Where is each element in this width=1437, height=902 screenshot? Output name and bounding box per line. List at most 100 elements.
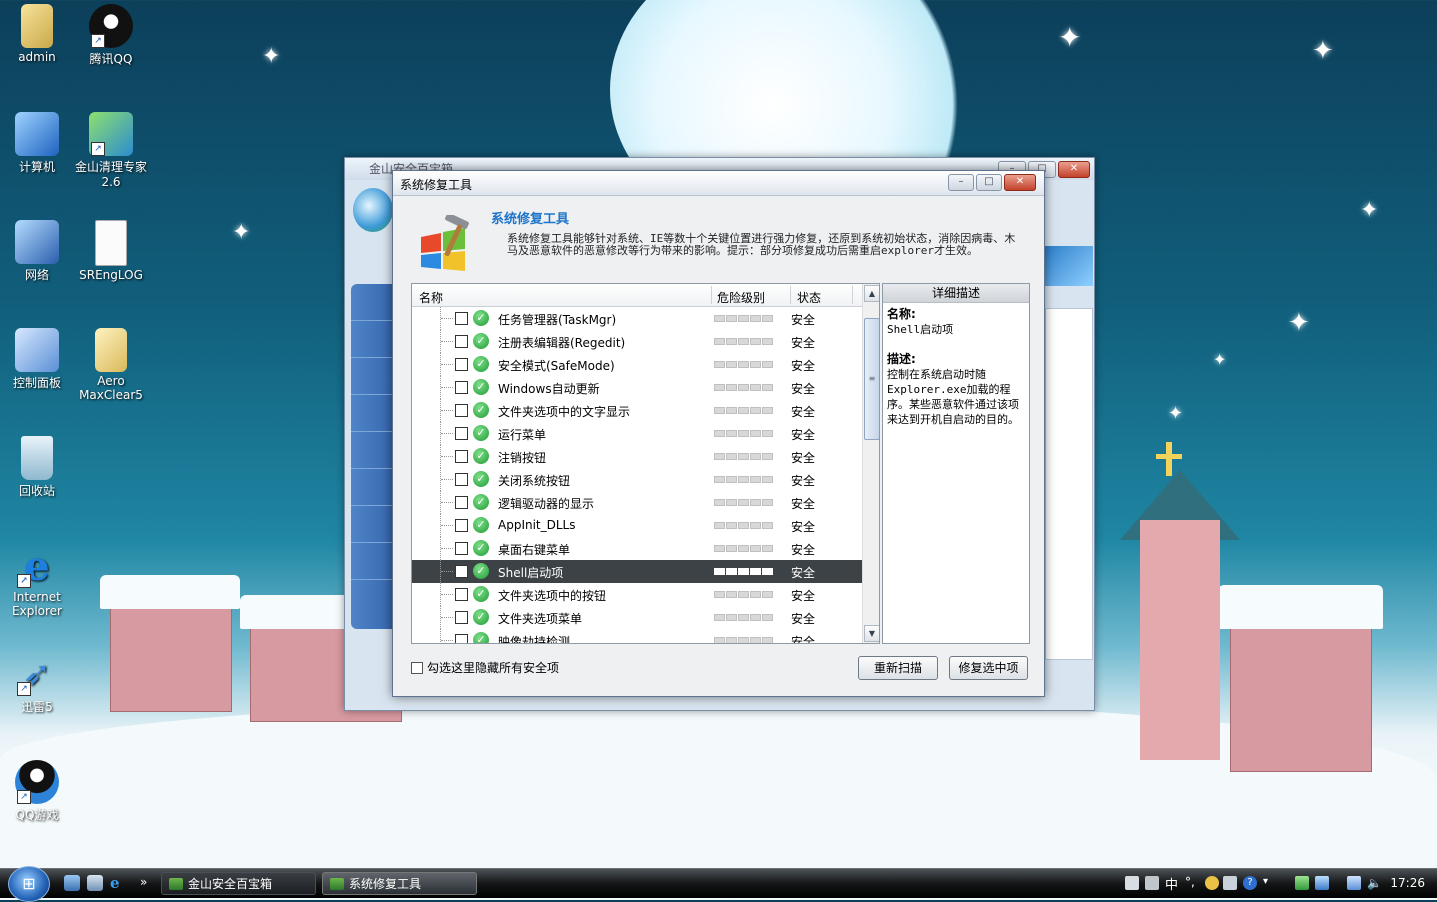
column-header-status[interactable]: 状态 — [797, 289, 821, 306]
scroll-down-arrow-icon[interactable]: ▼ — [864, 625, 879, 642]
row-status: 安全 — [791, 635, 816, 644]
row-status: 安全 — [791, 566, 816, 580]
column-header-name[interactable]: 名称 — [419, 289, 443, 306]
ime-indicator[interactable]: 中 — [1165, 874, 1178, 893]
show-desktop-icon[interactable] — [64, 875, 80, 891]
volume-icon[interactable]: 🔈 — [1367, 876, 1382, 890]
ime-icon[interactable] — [1145, 876, 1159, 890]
internet-explorer-icon[interactable]: e — [110, 875, 126, 891]
close-button[interactable]: ✕ — [1004, 174, 1036, 191]
table-row[interactable]: ✓ 安全模式(SafeMode) 安全 — [412, 353, 862, 376]
row-checkbox[interactable] — [455, 427, 468, 440]
table-row[interactable]: ✓ AppInit_DLLs 安全 — [412, 514, 862, 537]
column-header-risk[interactable]: 危险级别 — [717, 289, 765, 306]
sidebar-tool-icon[interactable] — [351, 432, 395, 469]
desktop-icon-qq[interactable]: ↗ 腾讯QQ — [74, 4, 148, 67]
row-checkbox[interactable] — [455, 542, 468, 555]
system-repair-dialog[interactable]: 系统修复工具 – □ ✕ 系统修复工具 系统修复工具能够针对系统、IE等数十个关… — [392, 170, 1045, 697]
table-row[interactable]: ✓ 运行菜单 安全 — [412, 422, 862, 445]
table-row[interactable]: ✓ 任务管理器(TaskMgr) 安全 — [412, 307, 862, 330]
desktop-icon-control-panel[interactable]: 控制面板 — [0, 328, 74, 391]
taskbar-button-kingsoft[interactable]: 金山安全百宝箱 — [161, 872, 316, 895]
list-scrollbar[interactable]: ▲ ≡ ▼ — [862, 284, 879, 643]
dialog-titlebar[interactable]: 系统修复工具 – □ ✕ — [393, 171, 1044, 196]
row-checkbox[interactable] — [455, 450, 468, 463]
risk-level-indicator — [714, 384, 773, 391]
row-name: Shell启动项 — [498, 566, 564, 580]
row-checkbox[interactable] — [455, 496, 468, 509]
soft-keyboard-icon[interactable] — [1223, 876, 1237, 890]
desktop-icon-aero-maxclear[interactable]: Aero MaxClear5 — [74, 328, 148, 402]
sidebar-tool-icon[interactable] — [351, 506, 395, 543]
help-icon[interactable]: ? — [1243, 876, 1257, 890]
hide-safe-items-checkbox[interactable]: 勾选这里隐藏所有安全项 — [411, 659, 559, 676]
clock[interactable]: 17:26 — [1390, 876, 1425, 890]
rescan-button[interactable]: 重新扫描 — [858, 656, 938, 680]
text-file-icon — [95, 220, 127, 266]
desktop-icon-network[interactable]: 网络 — [0, 220, 74, 283]
taskbar-button-repair-tool[interactable]: 系统修复工具 — [322, 872, 477, 895]
scroll-thumb[interactable]: ≡ — [864, 318, 879, 440]
row-checkbox[interactable] — [455, 588, 468, 601]
desktop-icon-computer[interactable]: 计算机 — [0, 112, 74, 175]
desktop-icon-internet-explorer[interactable]: e ↗ Internet Explorer — [0, 543, 74, 619]
chevron-right-icon[interactable]: » — [140, 875, 156, 891]
repair-items-list[interactable]: 名称 危险级别 状态 ✓ 任务管理器(TaskMgr) 安全 ✓ 注册表编辑器(Rege… — [411, 283, 880, 644]
row-checkbox[interactable] — [455, 565, 468, 578]
row-checkbox[interactable] — [455, 335, 468, 348]
row-checkbox[interactable] — [455, 519, 468, 532]
close-button[interactable]: ✕ — [1058, 161, 1090, 178]
desktop-icon-recycle-bin[interactable]: 回收站 — [0, 436, 74, 499]
row-checkbox[interactable] — [455, 381, 468, 394]
row-checkbox[interactable] — [455, 404, 468, 417]
row-name: Windows自动更新 — [498, 382, 600, 396]
table-row[interactable]: ✓ 桌面右键菜单 安全 — [412, 537, 862, 560]
maximize-button[interactable]: □ — [976, 174, 1002, 191]
table-row[interactable]: ✓ 注册表编辑器(Regedit) 安全 — [412, 330, 862, 353]
punctuation-icon[interactable]: °, — [1185, 876, 1199, 890]
desktop-icon-xunlei[interactable]: ➶ ↗ 迅雷5 — [0, 652, 74, 715]
desktop-icon-label: 控制面板 — [12, 376, 61, 390]
check-circle-icon: ✓ — [473, 517, 489, 533]
desktop-icon-qq-game[interactable]: ↗ QQ游戏 — [0, 760, 74, 823]
tray-options-icon[interactable]: ▾ — [1263, 876, 1277, 890]
row-status: 安全 — [791, 520, 816, 534]
table-row[interactable]: ✓ Shell启动项 安全 — [412, 560, 862, 583]
repair-selected-button[interactable]: 修复选中项 — [949, 656, 1028, 680]
network-status-icon[interactable] — [1347, 876, 1361, 890]
table-row[interactable]: ✓ 映像劫持检测 安全 — [412, 629, 862, 644]
emoji-icon[interactable] — [1205, 876, 1219, 890]
tray-app-icon[interactable] — [1315, 876, 1329, 890]
row-status: 安全 — [791, 336, 816, 350]
scroll-up-arrow-icon[interactable]: ▲ — [864, 285, 879, 302]
row-name: 任务管理器(TaskMgr) — [498, 313, 617, 327]
minimize-button[interactable]: – — [948, 174, 974, 191]
row-checkbox[interactable] — [455, 611, 468, 624]
sidebar-tool-icon[interactable] — [351, 358, 395, 395]
row-name: 逻辑驱动器的显示 — [498, 497, 595, 511]
table-row[interactable]: ✓ 注销按钮 安全 — [412, 445, 862, 468]
desktop-icon-admin[interactable]: admin — [0, 4, 74, 64]
checkbox-box[interactable] — [411, 661, 423, 674]
sidebar-tool-icon[interactable] — [351, 395, 395, 432]
sidebar-tool-icon[interactable] — [351, 543, 395, 580]
desktop-icon-srenglog[interactable]: SREngLOG — [74, 220, 148, 282]
row-checkbox[interactable] — [455, 312, 468, 325]
sidebar-tool-icon[interactable] — [351, 284, 395, 321]
keyboard-icon[interactable] — [1125, 876, 1139, 890]
row-checkbox[interactable] — [455, 634, 468, 643]
table-row[interactable]: ✓ 文件夹选项中的文字显示 安全 — [412, 399, 862, 422]
row-checkbox[interactable] — [455, 473, 468, 486]
table-row[interactable]: ✓ 文件夹选项菜单 安全 — [412, 606, 862, 629]
kingsoft-tray-icon[interactable] — [1295, 876, 1309, 890]
sidebar-tool-icon[interactable] — [351, 321, 395, 358]
table-row[interactable]: ✓ 逻辑驱动器的显示 安全 — [412, 491, 862, 514]
sidebar-tool-icon[interactable] — [351, 469, 395, 506]
table-row[interactable]: ✓ 关闭系统按钮 安全 — [412, 468, 862, 491]
table-row[interactable]: ✓ 文件夹选项中的按钮 安全 — [412, 583, 862, 606]
desktop-icon-kingsoft-cleaner[interactable]: ↗ 金山清理专家 2.6 — [74, 112, 148, 189]
internet-explorer-icon: e ↗ — [15, 543, 59, 590]
table-row[interactable]: ✓ Windows自动更新 安全 — [412, 376, 862, 399]
switch-windows-icon[interactable] — [87, 875, 103, 891]
row-checkbox[interactable] — [455, 358, 468, 371]
